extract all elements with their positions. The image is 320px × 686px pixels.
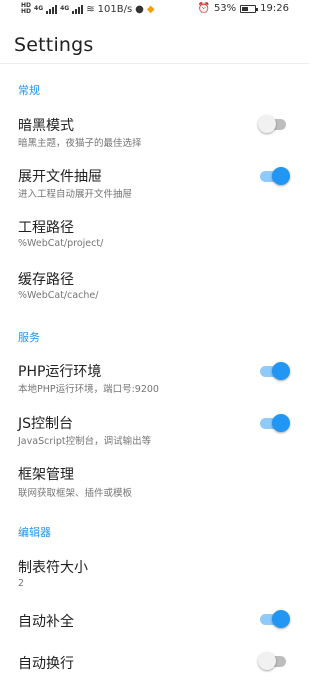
section-header-general: 常规 <box>18 84 40 97</box>
setting-js-console[interactable]: JS控制台 JavaScript控制台，调试输出等 <box>0 408 309 454</box>
autocomplete-switch[interactable] <box>258 609 290 629</box>
qq-icon: ● <box>135 3 144 15</box>
setting-subtitle: 暗黑主题，夜猫子的最佳选择 <box>18 138 142 149</box>
setting-title: 制表符大小 <box>18 560 88 576</box>
battery-percent: 53% <box>213 3 237 14</box>
setting-title: 框架管理 <box>18 467 74 483</box>
app-bar: Settings <box>0 22 309 64</box>
setting-title: 缓存路径 <box>18 272 74 288</box>
setting-subtitle: JavaScript控制台，调试输出等 <box>18 436 152 447</box>
setting-frameworks[interactable]: 框架管理 联网获取框架、插件或模板 <box>0 460 309 506</box>
battery-icon <box>240 4 259 13</box>
setting-php-env[interactable]: PHP运行环境 本地PHP运行环境，端口号:9200 <box>0 356 309 402</box>
setting-title: 展开文件抽屉 <box>18 169 102 185</box>
status-bar: HD HD 4G 4G ≋ 101B/s ● ◆ ⏰ 53% 19:26 <box>0 0 309 22</box>
setting-title: 暗黑模式 <box>18 118 74 134</box>
setting-title: 自动换行 <box>18 656 74 672</box>
section-header-editor: 编辑器 <box>18 526 51 539</box>
dark-mode-switch[interactable] <box>258 114 288 134</box>
setting-title: PHP运行环境 <box>18 364 102 380</box>
setting-word-wrap[interactable]: 自动换行 <box>0 647 309 677</box>
setting-title: 自动补全 <box>18 614 74 630</box>
page-title: Settings <box>14 34 94 56</box>
setting-subtitle: 2 <box>18 578 25 589</box>
hd-icon: HD HD <box>21 2 32 15</box>
section-header-service: 服务 <box>18 331 40 344</box>
file-drawer-switch[interactable] <box>258 166 290 186</box>
network-type-1: 4G <box>34 5 44 12</box>
setting-subtitle: 进入工程自动展开文件抽屉 <box>18 189 133 200</box>
setting-title: JS控制台 <box>18 416 74 432</box>
wifi-icon: ≋ <box>86 3 95 15</box>
network-speed: 101B/s <box>97 3 133 15</box>
battery-level <box>242 6 249 11</box>
word-wrap-switch[interactable] <box>258 651 288 671</box>
setting-tab-size[interactable]: 制表符大小 2 <box>0 553 309 599</box>
signal-icon-2 <box>72 4 84 14</box>
setting-cache-path[interactable]: 缓存路径 %WebCat/cache/ <box>0 265 309 311</box>
setting-autocomplete[interactable]: 自动补全 <box>0 605 309 635</box>
setting-title: 工程路径 <box>18 220 74 236</box>
setting-subtitle: 本地PHP运行环境，端口号:9200 <box>18 384 159 395</box>
js-console-switch[interactable] <box>258 413 290 433</box>
network-type-2: 4G <box>60 5 70 12</box>
app-icon: ◆ <box>146 3 155 15</box>
clock: 19:26 <box>260 3 289 14</box>
setting-file-drawer[interactable]: 展开文件抽屉 进入工程自动展开文件抽屉 <box>0 161 309 207</box>
signal-icon <box>46 4 58 14</box>
php-env-switch[interactable] <box>258 361 290 381</box>
setting-subtitle: %WebCat/cache/ <box>18 290 99 301</box>
alarm-icon: ⏰ <box>197 3 210 14</box>
setting-dark-mode[interactable]: 暗黑模式 暗黑主题，夜猫子的最佳选择 <box>0 110 309 156</box>
setting-project-path[interactable]: 工程路径 %WebCat/project/ <box>0 213 309 259</box>
setting-subtitle: %WebCat/project/ <box>18 238 104 249</box>
setting-subtitle: 联网获取框架、插件或模板 <box>18 488 133 499</box>
